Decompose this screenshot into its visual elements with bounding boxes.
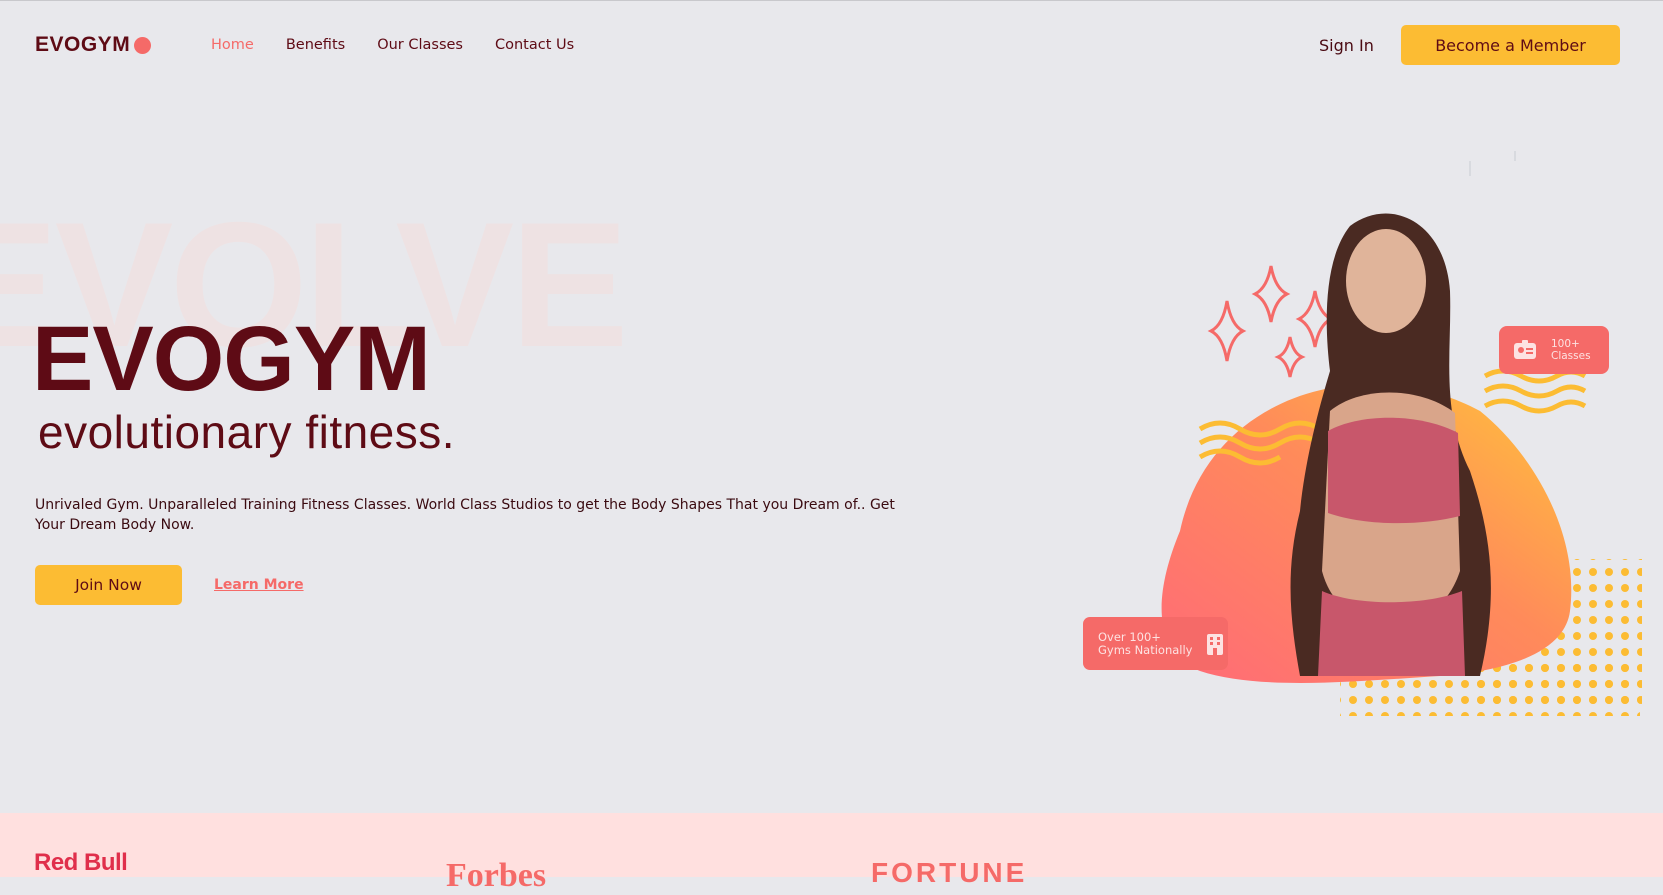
sponsor-logo-forbes: Forbes bbox=[446, 857, 547, 894]
nav-link-our-classes[interactable]: Our Classes bbox=[377, 37, 463, 53]
classes-badge-count: 100+ bbox=[1551, 338, 1580, 350]
hero-illustration bbox=[1161, 151, 1642, 716]
hero-subtitle: evolutionary fitness. bbox=[38, 406, 456, 458]
logo[interactable]: EVOGYM bbox=[35, 33, 152, 57]
sponsor-logo-fortune: FORTUNE bbox=[871, 857, 1028, 888]
classes-badge-label: Classes bbox=[1551, 350, 1591, 362]
nav-link-home[interactable]: Home bbox=[211, 37, 254, 53]
sparkle-icons bbox=[1207, 265, 1335, 378]
hero-title: EVOGYM bbox=[32, 308, 431, 410]
nav-links: Home Benefits Our Classes Contact Us bbox=[211, 37, 574, 53]
building-icon bbox=[1206, 633, 1223, 655]
logo-dot-icon bbox=[134, 36, 152, 54]
sketch-accent-lines bbox=[1469, 151, 1516, 176]
become-member-button[interactable]: Become a Member bbox=[1401, 25, 1620, 65]
gyms-badge-count: Over 100+ bbox=[1098, 629, 1161, 644]
gyms-badge-text: Over 100+ Gyms Nationally bbox=[1098, 629, 1193, 657]
classes-badge: 100+ Classes bbox=[1499, 326, 1609, 374]
gyms-badge-label: Gyms Nationally bbox=[1098, 642, 1193, 657]
wave-lines-right bbox=[1483, 368, 1587, 414]
learn-more-link[interactable]: Learn More bbox=[214, 577, 304, 593]
id-card-icon bbox=[1514, 340, 1536, 359]
nav-link-benefits[interactable]: Benefits bbox=[286, 37, 345, 53]
sign-in-link[interactable]: Sign In bbox=[1319, 36, 1374, 55]
nav-link-contact-us[interactable]: Contact Us bbox=[495, 37, 574, 53]
join-now-button[interactable]: Join Now bbox=[35, 565, 182, 605]
gyms-badge: Over 100+ Gyms Nationally bbox=[1083, 617, 1228, 670]
hero-description: Unrivaled Gym. Unparalleled Training Fit… bbox=[35, 497, 895, 533]
sponsors-strip: Red Bull Forbes FORTUNE bbox=[0, 813, 1663, 894]
logo-text: EVOGYM bbox=[35, 33, 131, 56]
navbar: EVOGYM Home Benefits Our Classes Contact… bbox=[0, 1, 1663, 91]
sponsor-logo-redbull: Red Bull bbox=[34, 849, 128, 876]
classes-badge-text: 100+ Classes bbox=[1551, 338, 1591, 362]
